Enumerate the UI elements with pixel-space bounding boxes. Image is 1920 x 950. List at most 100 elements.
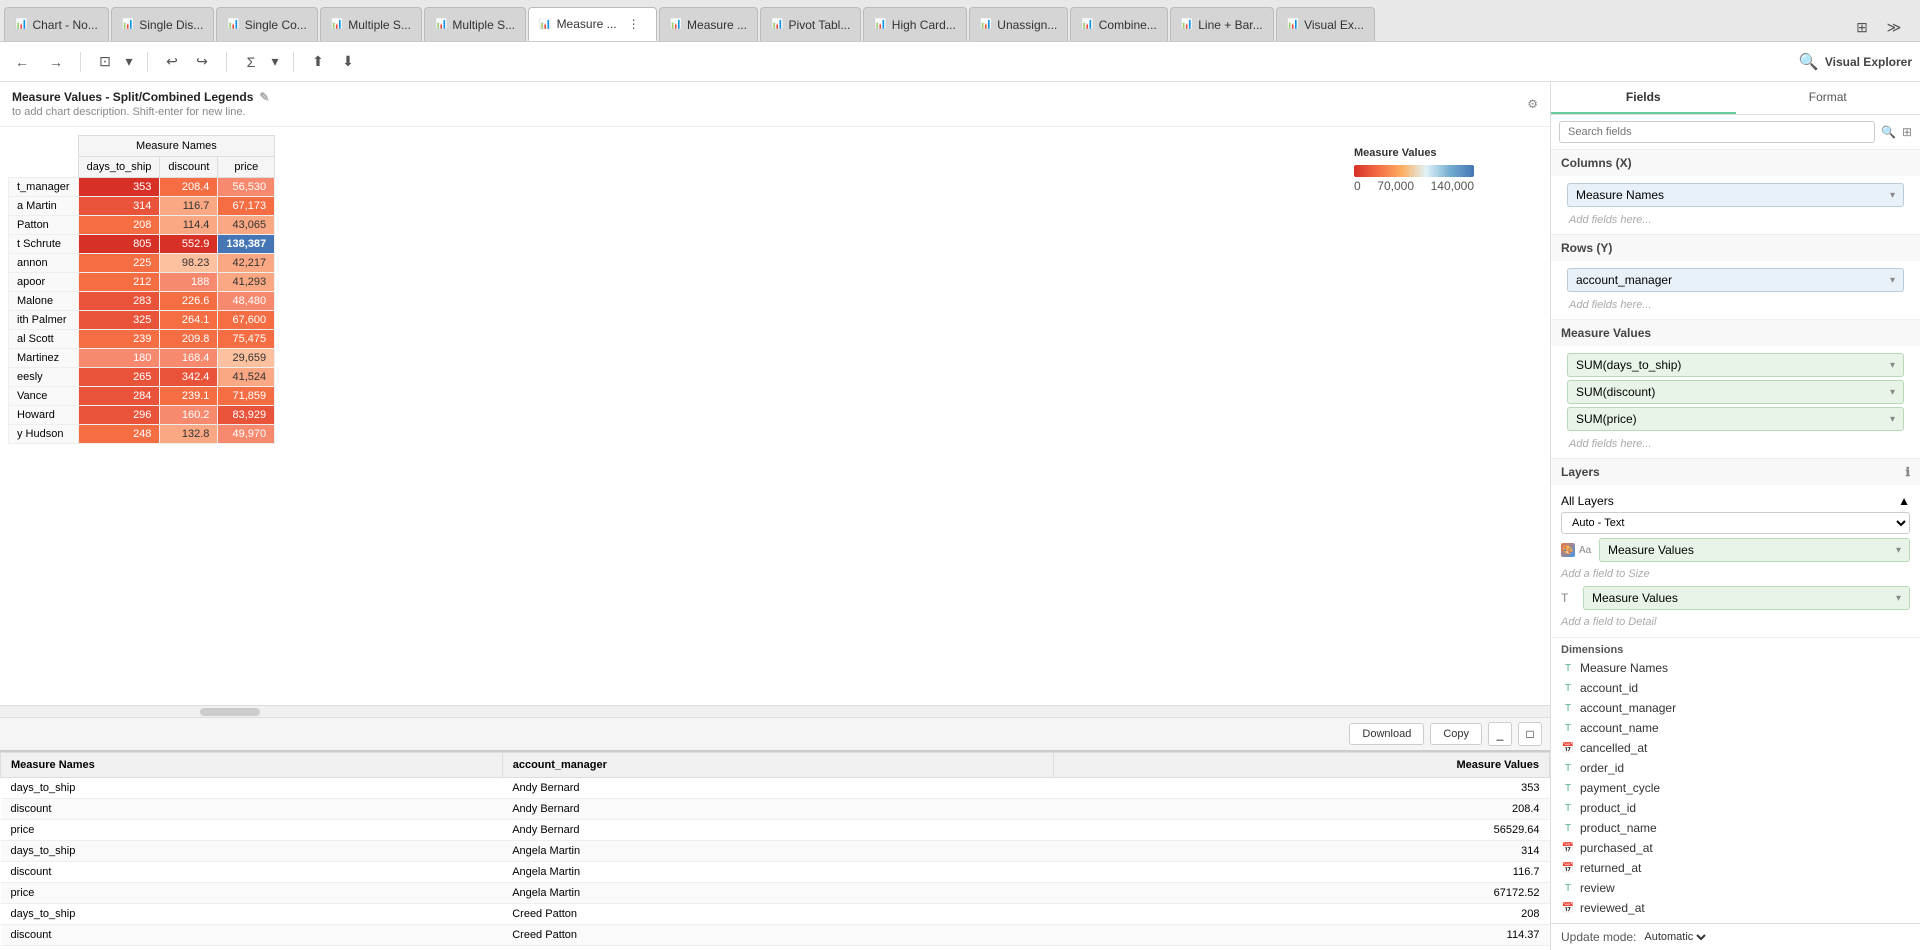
columns-section-header[interactable]: Columns (X) [1551, 150, 1920, 176]
tab-highcard[interactable]: 📊 High Card... [863, 7, 966, 41]
layer-type-select[interactable]: Auto - Text [1561, 512, 1910, 534]
redo-btn[interactable]: ↪ [188, 48, 216, 76]
dimension-item[interactable]: Taccount_id [1551, 678, 1920, 698]
tab-visualex[interactable]: 📊 Visual Ex... [1276, 7, 1375, 41]
tab-format[interactable]: Format [1736, 82, 1920, 114]
field-icon: T [1561, 883, 1575, 894]
search-input[interactable] [1559, 121, 1875, 143]
layer-measure-values-pill[interactable]: Measure Values ▾ [1599, 538, 1910, 562]
tab-fields[interactable]: Fields [1551, 82, 1736, 114]
dimension-item[interactable]: TMeasure Names [1551, 658, 1920, 678]
tab-label: Measure ... [687, 18, 747, 32]
sort-desc-btn[interactable]: ⬇ [334, 48, 362, 76]
table-row: t_manager 353 208.4 56,530 [9, 178, 275, 197]
measure-values-add-field[interactable]: Add fields here... [1559, 434, 1912, 454]
tab-unassign[interactable]: 📊 Unassign... [969, 7, 1068, 41]
all-layers-collapse-icon[interactable]: ▲ [1898, 494, 1910, 508]
dimension-item[interactable]: 📅purchased_at [1551, 838, 1920, 858]
dimension-item[interactable]: Tproduct_id [1551, 798, 1920, 818]
cell-days: 314 [78, 197, 160, 216]
row-label: t Schrute [9, 235, 79, 254]
cell-discount: 188 [160, 273, 218, 292]
tab-icon: 📊 [771, 19, 783, 30]
more-tabs-btn[interactable]: ≫ [1880, 13, 1908, 41]
minimize-btn[interactable]: _ [1488, 722, 1512, 746]
field-icon: T [1561, 763, 1575, 774]
cell-measure: price [1, 883, 503, 904]
cell-price: 75,475 [218, 330, 275, 349]
tab-label: Chart - No... [32, 18, 97, 32]
account-manager-label: account_manager [1576, 273, 1672, 287]
tab-single-co[interactable]: 📊 Single Co... [216, 7, 318, 41]
chart-settings-btn[interactable]: ⚙ [1527, 97, 1538, 111]
tab-pivot[interactable]: 📊 Pivot Tabl... [760, 7, 861, 41]
view-dropdown-btn[interactable]: ▾ [121, 48, 137, 76]
layer-text-measure-pill[interactable]: Measure Values ▾ [1583, 586, 1910, 610]
legend-labels: 0 70,000 140,000 [1354, 179, 1474, 193]
measure-values-title: Measure Values [1561, 326, 1651, 340]
tab-multiple-s1[interactable]: 📊 Multiple S... [320, 7, 422, 41]
edit-title-icon[interactable]: ✎ [259, 90, 269, 104]
tab-combine[interactable]: 📊 Combine... [1070, 7, 1167, 41]
tab-linebar[interactable]: 📊 Line + Bar... [1170, 7, 1274, 41]
dimension-item[interactable]: Tproduct_name [1551, 818, 1920, 838]
dimension-item[interactable]: 📅reviewed_at [1551, 898, 1920, 918]
download-btn[interactable]: Download [1349, 723, 1424, 745]
dimension-item[interactable]: Taccount_manager [1551, 698, 1920, 718]
tab-measure2[interactable]: 📊 Measure ... [659, 7, 758, 41]
cell-days: 265 [78, 368, 160, 387]
dimension-item[interactable]: Torder_id [1551, 758, 1920, 778]
cell-discount: 160.2 [160, 406, 218, 425]
search-icon[interactable]: 🔍 [1881, 125, 1896, 139]
copy-btn[interactable]: Copy [1430, 723, 1482, 745]
dimension-item[interactable]: 📅cancelled_at [1551, 738, 1920, 758]
dimension-item[interactable]: Treview [1551, 878, 1920, 898]
tab-chart-no[interactable]: 📊 Chart - No... [4, 7, 109, 41]
toolbar-group-sort: ⬆ ⬇ [304, 48, 362, 76]
forward-btn[interactable]: → [42, 48, 70, 76]
horizontal-scrollbar[interactable] [200, 708, 260, 716]
layers-section-header[interactable]: Layers ℹ [1551, 459, 1920, 485]
rows-add-field[interactable]: Add fields here... [1559, 295, 1912, 315]
cell-value: 208.4 [1054, 799, 1550, 820]
cell-value: 116.7 [1054, 862, 1550, 883]
add-size-field[interactable]: Add a field to Size [1561, 565, 1910, 583]
tab-icon: 📊 [435, 19, 447, 30]
dimension-item[interactable]: Tpayment_cycle [1551, 778, 1920, 798]
row-label: a Martin [9, 197, 79, 216]
toolbar: ← → ⊡ ▾ ↩ ↪ Σ ▾ ⬆ ⬇ 🔍 Visual Explorer [0, 42, 1920, 82]
bottom-table-area: Measure Names account_manager Measure Va… [0, 750, 1550, 950]
measure-values-section-header[interactable]: Measure Values [1551, 320, 1920, 346]
tab-single-dis[interactable]: 📊 Single Dis... [111, 7, 214, 41]
agg-btn[interactable]: Σ [237, 48, 265, 76]
data-table: Measure Names account_manager Measure Va… [0, 752, 1550, 946]
field-name: Measure Names [1580, 661, 1668, 675]
cell-days: 208 [78, 216, 160, 235]
expand-btn[interactable]: □ [1518, 722, 1542, 746]
columns-add-field[interactable]: Add fields here... [1559, 210, 1912, 230]
new-tab-btn[interactable]: ⊞ [1848, 13, 1876, 41]
layers-info-icon[interactable]: ℹ [1905, 465, 1910, 479]
cell-price: 41,524 [218, 368, 275, 387]
tab-more-icon[interactable]: ⋮ [622, 17, 646, 31]
dimension-item[interactable]: Taccount_name [1551, 718, 1920, 738]
sum-days-pill[interactable]: SUM(days_to_ship) ▾ [1567, 353, 1904, 377]
edit-btn[interactable]: ↩ [158, 48, 186, 76]
agg-dropdown-btn[interactable]: ▾ [267, 48, 283, 76]
update-mode-select[interactable]: Automatic [1640, 930, 1709, 944]
account-manager-pill[interactable]: account_manager ▾ [1567, 268, 1904, 292]
tab-multiple-s2[interactable]: 📊 Multiple S... [424, 7, 526, 41]
sort-asc-btn[interactable]: ⬆ [304, 48, 332, 76]
sum-price-pill[interactable]: SUM(price) ▾ [1567, 407, 1904, 431]
toolbar-sep-2 [147, 52, 148, 72]
rows-section-header[interactable]: Rows (Y) [1551, 235, 1920, 261]
tab-measure1[interactable]: 📊 Measure ... ⋮ [528, 7, 656, 41]
table-row: Malone 283 226.6 48,480 [9, 292, 275, 311]
add-detail-field[interactable]: Add a field to Detail [1561, 613, 1910, 631]
sum-discount-pill[interactable]: SUM(discount) ▾ [1567, 380, 1904, 404]
view-btn[interactable]: ⊡ [91, 48, 119, 76]
dimension-item[interactable]: 📅returned_at [1551, 858, 1920, 878]
filter-icon[interactable]: ⊞ [1902, 125, 1912, 139]
back-btn[interactable]: ← [8, 48, 36, 76]
measure-names-pill[interactable]: Measure Names ▾ [1567, 183, 1904, 207]
